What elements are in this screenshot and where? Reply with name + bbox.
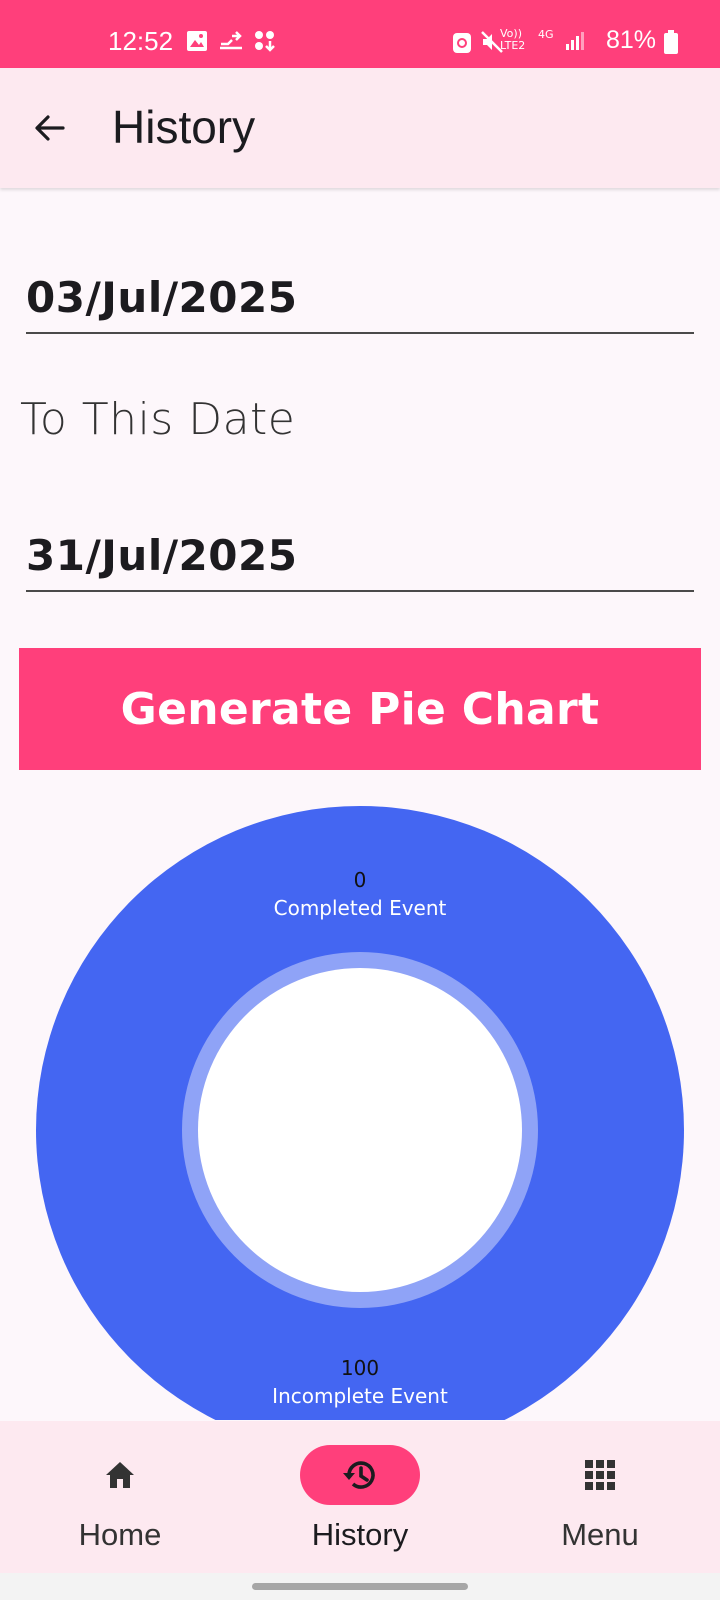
status-time: 12:52 (108, 26, 174, 56)
lte-label: LTE2 (500, 39, 526, 52)
volte-indicator: Vo)) LTE2 (500, 28, 525, 52)
transfer-icon (218, 30, 244, 56)
home-icon (60, 1445, 180, 1505)
back-button[interactable] (26, 104, 74, 152)
donut-chart-svg (36, 806, 684, 1454)
to-date-label: To This Date (20, 394, 296, 445)
donut-hole (198, 968, 522, 1292)
back-arrow-icon (35, 115, 65, 141)
battery-percent: 81% (606, 26, 657, 54)
from-date-value: 03/Jul/2025 (26, 273, 298, 322)
nav-item-home[interactable]: Home (0, 1421, 240, 1573)
status-bar: 12:52 Vo)) LTE2 4G 81% (0, 0, 720, 68)
signal-icon (564, 30, 586, 56)
gallery-icon (186, 30, 208, 56)
page-title: History (112, 101, 256, 153)
generate-pie-chart-button[interactable]: Generate Pie Chart (19, 648, 701, 770)
history-icon (300, 1445, 420, 1505)
network-gen-label: 4G (538, 28, 554, 41)
bottom-navigation: Home History Menu (0, 1421, 720, 1573)
gesture-handle[interactable] (252, 1583, 468, 1590)
to-date-value: 31/Jul/2025 (26, 531, 298, 580)
nav-label-history: History (311, 1517, 409, 1552)
incomplete-value-label: 100 (340, 1356, 380, 1380)
grid-menu-icon (540, 1445, 660, 1505)
pie-chart: 0 Completed Event 100 Incomplete Event (0, 800, 720, 1454)
incomplete-label: Incomplete Event (272, 1384, 448, 1408)
app-bar: History (0, 68, 720, 188)
nav-label-home: Home (78, 1517, 162, 1552)
battery-icon (664, 30, 678, 58)
download-icon (254, 30, 276, 56)
nav-item-history[interactable]: History (240, 1421, 480, 1573)
completed-value-label: 0 (353, 868, 367, 892)
completed-label: Completed Event (273, 896, 447, 920)
battery-saver-icon (452, 30, 472, 58)
nav-item-menu[interactable]: Menu (480, 1421, 720, 1573)
nav-label-menu: Menu (561, 1517, 639, 1552)
from-date-field[interactable]: 03/Jul/2025 (26, 270, 694, 334)
gesture-area (0, 1573, 720, 1600)
to-date-field[interactable]: 31/Jul/2025 (26, 528, 694, 592)
